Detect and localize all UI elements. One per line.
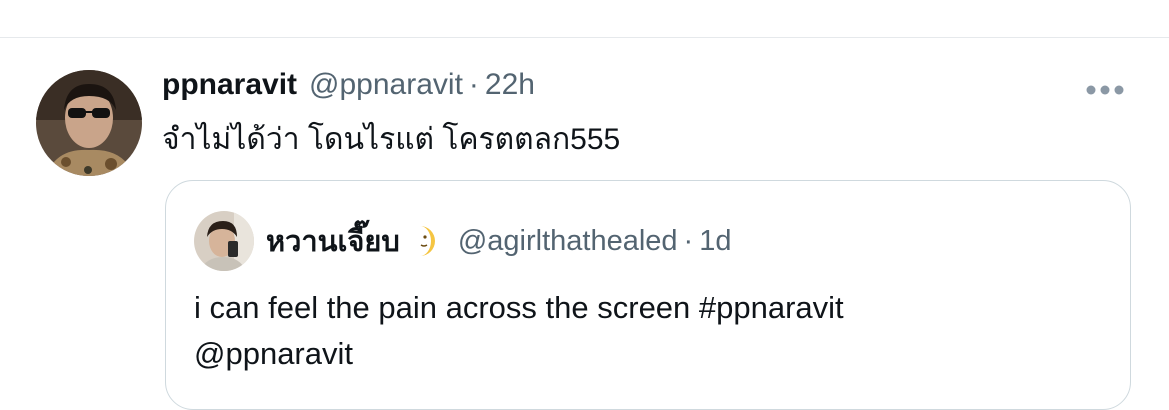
tweet-text: จำไม่ได้ว่า โดนไรแต่ โครตตลก555	[162, 123, 621, 156]
quote-separator-dot: ·	[683, 224, 694, 257]
timestamp[interactable]: 22h	[485, 68, 535, 102]
quote-display-name[interactable]: หวานเจี๊ยบ	[266, 218, 400, 264]
quote-header: หวานเจี๊ยบ @agirlthathealed · 1d	[266, 219, 731, 263]
quote-text-line-1: i can feel the pain across the screen #p…	[194, 290, 844, 325]
crescent-moon-face-icon	[410, 224, 440, 258]
quote-text: i can feel the pain across the screen #p…	[194, 285, 1094, 377]
quote-avatar[interactable]	[194, 211, 254, 271]
quote-text-line-2[interactable]: @ppnaravit	[194, 331, 1094, 377]
tweet[interactable]: ppnaravit @ppnaravit · 22h จำไม่ได้ว่า โ…	[0, 38, 1169, 410]
quote-tweet-card[interactable]: หวานเจี๊ยบ @agirlthathealed · 1d i can f…	[165, 180, 1131, 410]
user-handle[interactable]: @ppnaravit	[309, 68, 463, 102]
quote-timestamp[interactable]: 1d	[699, 225, 731, 258]
tweet-header: ppnaravit @ppnaravit · 22h	[162, 68, 535, 108]
quote-user-handle[interactable]: @agirlthathealed	[458, 225, 678, 258]
avatar[interactable]	[36, 70, 142, 176]
separator-dot: ·	[468, 68, 479, 101]
display-name[interactable]: ppnaravit	[162, 68, 297, 102]
more-horizontal-icon[interactable]	[1080, 80, 1130, 100]
